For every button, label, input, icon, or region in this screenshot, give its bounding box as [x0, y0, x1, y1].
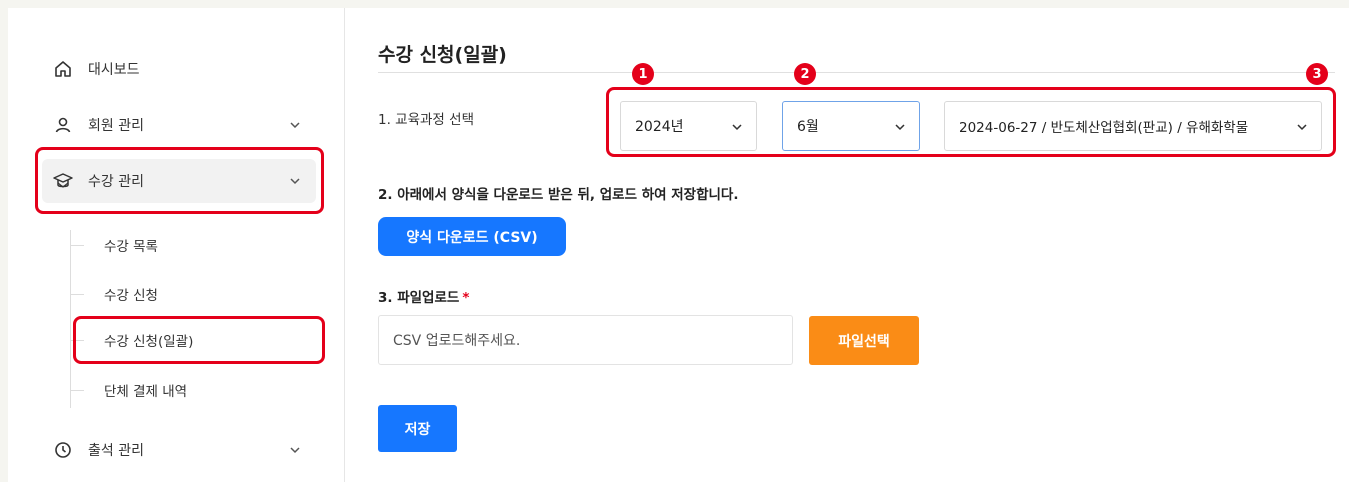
highlight-box-courses	[35, 147, 324, 214]
sidebar-item-attendance[interactable]: 출석 관리	[42, 428, 316, 472]
badge-2: 2	[794, 63, 816, 85]
sidebar: 대시보드 회원 관리 수강 관리 수강 목록 수강 신청 수강 신청(일괄) 단…	[8, 8, 345, 482]
step1-label: 1. 교육과정 선택	[378, 112, 474, 128]
home-icon	[52, 58, 74, 80]
step2-label: 2. 아래에서 양식을 다운로드 받은 뒤, 업로드 하여 저장합니다.	[378, 187, 739, 203]
required-mark: *	[462, 290, 470, 306]
sidebar-item-dashboard[interactable]: 대시보드	[42, 47, 316, 91]
sidebar-subitem-group-payments[interactable]: 단체 결제 내역	[70, 375, 320, 405]
sidebar-subitem-course-apply[interactable]: 수강 신청	[70, 279, 320, 309]
csv-file-input[interactable]: CSV 업로드해주세요.	[378, 315, 793, 365]
step3-label: 3. 파일업로드 *	[378, 290, 470, 306]
download-csv-button[interactable]: 양식 다운로드 (CSV)	[378, 217, 566, 256]
file-select-button[interactable]: 파일선택	[809, 316, 919, 365]
title-divider	[378, 72, 1335, 73]
badge-3: 3	[1306, 63, 1328, 85]
save-button[interactable]: 저장	[378, 405, 457, 452]
file-input-placeholder: CSV 업로드해주세요.	[393, 333, 521, 349]
chevron-down-icon	[290, 447, 300, 454]
sidebar-item-label: 회원 관리	[88, 118, 144, 134]
clock-icon	[52, 439, 74, 461]
highlight-box-course-selects	[606, 87, 1336, 157]
highlight-box-bulk	[73, 316, 325, 364]
sidebar-subitem-course-list[interactable]: 수강 목록	[70, 230, 320, 260]
sidebar-item-label: 대시보드	[88, 62, 140, 78]
chevron-down-icon	[290, 122, 300, 129]
app-frame: 대시보드 회원 관리 수강 관리 수강 목록 수강 신청 수강 신청(일괄) 단…	[8, 8, 1349, 482]
page-title: 수강 신청(일괄)	[378, 44, 507, 66]
sidebar-item-members[interactable]: 회원 관리	[42, 103, 316, 147]
sidebar-item-label: 출석 관리	[88, 443, 144, 459]
user-icon	[52, 114, 74, 136]
badge-1: 1	[632, 63, 654, 85]
